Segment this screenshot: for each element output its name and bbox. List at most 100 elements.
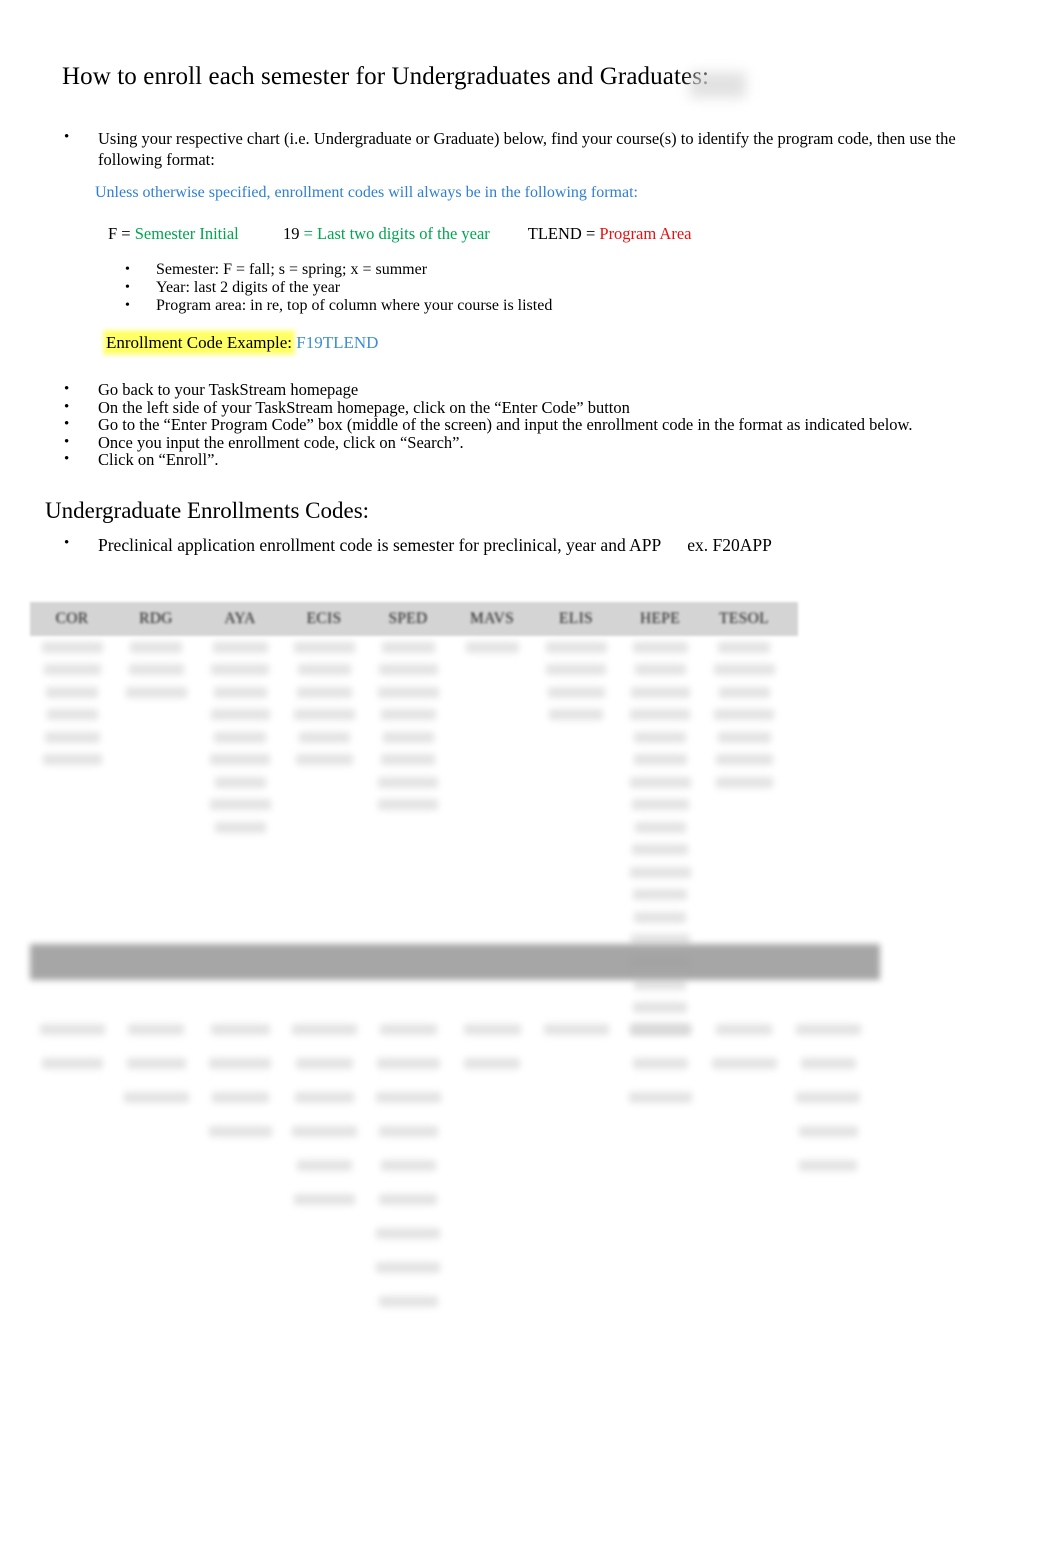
table-cell-empty (702, 978, 786, 1012)
table-cell-redacted (214, 821, 266, 833)
preclinical-text: Preclinical application enrollment code … (98, 535, 662, 555)
table-row (198, 636, 282, 659)
table-column-header: TESOL (719, 610, 769, 627)
table-row (282, 1148, 366, 1182)
table-cell-redacted (42, 754, 102, 766)
table-cell-redacted (212, 641, 268, 653)
table-column-header: ECIS (306, 610, 342, 627)
table-cell-redacted (630, 709, 690, 721)
table-cell-redacted (210, 709, 270, 721)
table-cell-redacted (799, 1159, 857, 1171)
table-cell-redacted (291, 1125, 357, 1137)
table-cell-redacted (711, 1057, 777, 1069)
table-cell-redacted (126, 1057, 186, 1069)
bullet-marker-icon: • (64, 129, 70, 145)
bullet-marker-icon: • (125, 262, 130, 277)
table-row (366, 771, 450, 794)
table-column (282, 978, 366, 1318)
table-cell-redacted (211, 664, 269, 676)
definition-list: • Semester: F = fall; s = spring; x = su… (125, 261, 685, 315)
table-row (366, 749, 450, 772)
table-row (534, 704, 618, 727)
table-cell-redacted (547, 686, 605, 698)
definition-semester: Semester: F = fall; s = spring; x = summ… (156, 261, 428, 278)
table-cell-redacted (628, 1091, 692, 1103)
table-row (618, 816, 702, 839)
intro-bullet-text: Using your respective chart (i.e. Underg… (98, 129, 956, 169)
table-row (198, 1012, 282, 1046)
table-column (198, 978, 282, 1318)
table-cell-redacted (46, 686, 98, 698)
table-row (198, 681, 282, 704)
table-row (114, 1012, 198, 1046)
table-row (366, 1080, 450, 1114)
table-cell-redacted (379, 1023, 437, 1035)
semester-initial-label: F = (108, 224, 131, 243)
table-cell-empty (618, 978, 702, 1012)
table-cell-redacted (796, 1091, 860, 1103)
table-cell-redacted (295, 754, 353, 766)
table-cell-redacted (293, 1193, 355, 1205)
table-row (30, 1012, 114, 1046)
table-row (366, 1182, 450, 1216)
table-row (282, 1114, 366, 1148)
table-cell-redacted (632, 641, 688, 653)
table-row (366, 1250, 450, 1284)
table-row (702, 659, 786, 682)
table-cell-redacted (633, 889, 687, 901)
table-row (198, 816, 282, 839)
document-page: How to enroll each semester for Undergra… (0, 0, 1062, 1561)
table-row (282, 1182, 366, 1216)
table-row (702, 704, 786, 727)
table-cell-redacted (630, 1023, 690, 1035)
table-cell-redacted (629, 776, 691, 788)
table-row (366, 1046, 450, 1080)
table-cell-redacted (795, 1023, 861, 1035)
list-item: • Semester: F = fall; s = spring; x = su… (125, 261, 685, 279)
table-column (30, 978, 114, 1318)
table-row (30, 659, 114, 682)
table-row (618, 771, 702, 794)
program-area-value: Program Area (599, 224, 692, 243)
year-value: = Last two digits of the year (303, 224, 490, 243)
semester-initial-value: Semester Initial (134, 224, 239, 243)
table-row (702, 681, 786, 704)
table-cell-redacted (376, 1261, 440, 1273)
table-row (618, 906, 702, 929)
bullet-marker-icon: • (64, 381, 70, 397)
table-cell-redacted (800, 1057, 856, 1069)
bullet-marker-icon: • (125, 280, 130, 295)
table-row (366, 794, 450, 817)
table-cell-redacted (295, 1057, 353, 1069)
table-cell-redacted (296, 686, 352, 698)
step-4: Once you input the enrollment code, clic… (98, 432, 464, 452)
table-row (618, 704, 702, 727)
bullet-marker-icon: • (64, 416, 70, 432)
table-column (534, 978, 618, 1318)
table-row (114, 1080, 198, 1114)
table-row (618, 681, 702, 704)
bullet-marker-icon: • (64, 535, 70, 551)
table-column (114, 978, 198, 1318)
table-row (618, 884, 702, 907)
table-row (282, 659, 366, 682)
table-row (198, 726, 282, 749)
table-row (618, 861, 702, 884)
table-cell-redacted (634, 664, 686, 676)
table-cell-empty (786, 978, 870, 1012)
table-row (702, 771, 786, 794)
title-redaction-block (690, 72, 746, 98)
table-cell-redacted (718, 641, 770, 653)
step-2: On the left side of your TaskStream home… (98, 397, 630, 417)
table-row (30, 1046, 114, 1080)
table-row (198, 794, 282, 817)
table-row (198, 749, 282, 772)
table-cell-redacted (130, 641, 182, 653)
table-cell-empty (534, 978, 618, 1012)
table-cell-empty (114, 978, 198, 1012)
table-cell-redacted (376, 1057, 440, 1069)
table-cell-redacted (297, 664, 351, 676)
table-cell-redacted (632, 1057, 688, 1069)
table-cell-redacted (378, 799, 438, 811)
table-row (534, 681, 618, 704)
